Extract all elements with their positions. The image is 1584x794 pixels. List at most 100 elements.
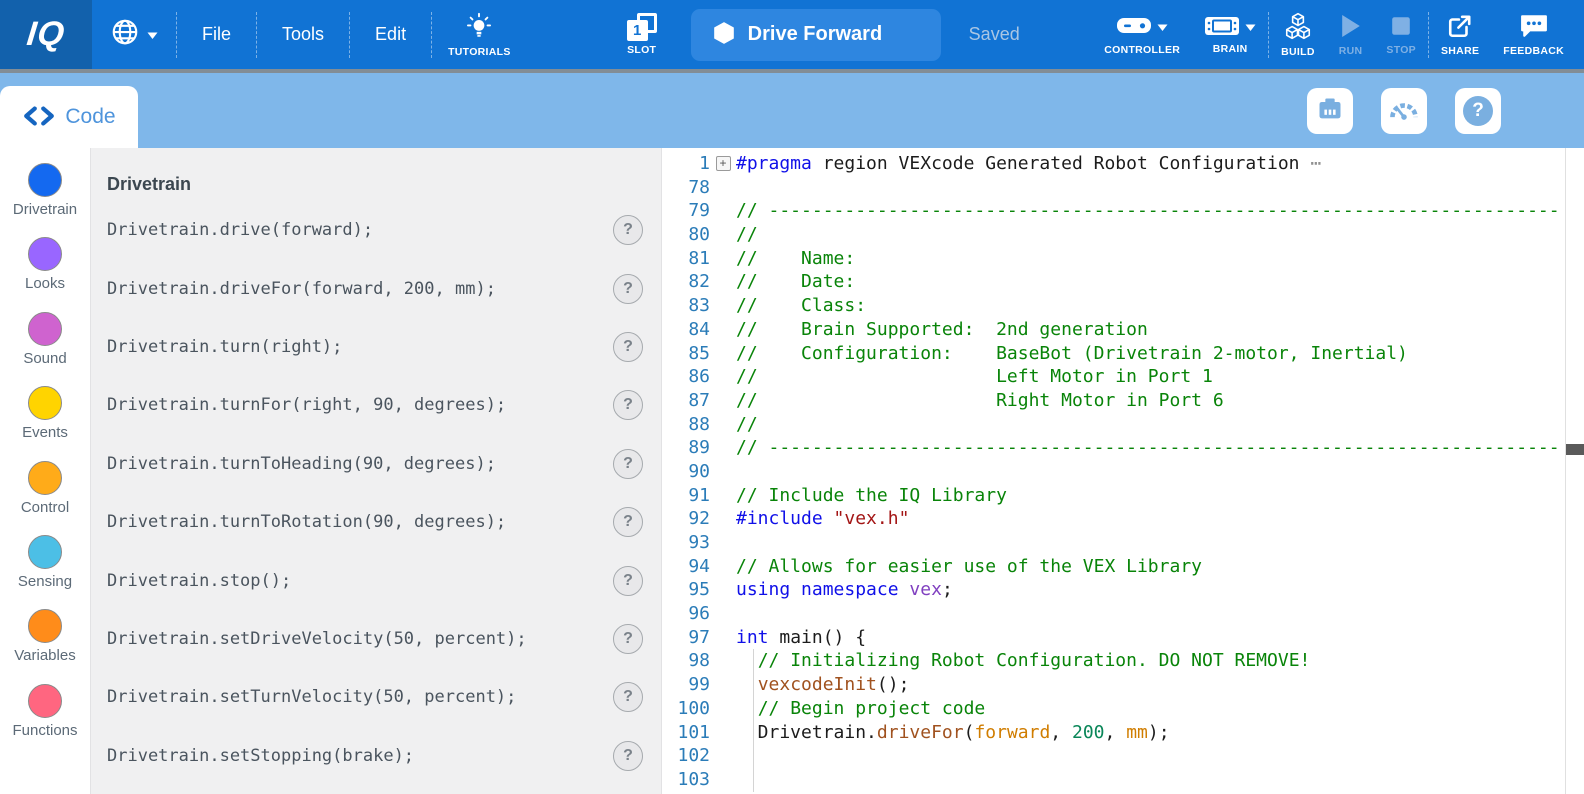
code-line[interactable]: 92#include "vex.h"	[662, 507, 1584, 531]
code-line[interactable]: 93	[662, 531, 1584, 555]
category-color-icon[interactable]	[28, 684, 62, 718]
command-help-button[interactable]: ?	[613, 332, 643, 362]
sidebar-category-variables[interactable]: Variables	[0, 606, 90, 680]
share-button[interactable]: SHARE	[1429, 0, 1491, 69]
command-help-button[interactable]: ?	[613, 682, 643, 712]
sidebar-category-control[interactable]: Control	[0, 458, 90, 532]
category-label: Looks	[25, 275, 65, 292]
category-color-icon[interactable]	[28, 237, 62, 271]
run-button[interactable]: RUN	[1327, 0, 1375, 69]
code-line[interactable]: 95using namespace vex;	[662, 578, 1584, 602]
run-label: RUN	[1339, 45, 1363, 57]
code-line[interactable]: 88//	[662, 413, 1584, 437]
command-help-button[interactable]: ?	[613, 449, 643, 479]
project-name-button[interactable]: Drive Forward	[691, 9, 941, 61]
line-number: 102	[662, 744, 710, 768]
category-color-icon[interactable]	[28, 163, 62, 197]
command-help-button[interactable]: ?	[613, 274, 643, 304]
category-color-icon[interactable]	[28, 535, 62, 569]
code-editor[interactable]: 1+#pragma region VEXcode Generated Robot…	[661, 148, 1584, 794]
command-code[interactable]: Drivetrain.setTurnVelocity(50, percent);	[107, 687, 613, 707]
code-line[interactable]: 101 Drivetrain.driveFor(forward, 200, mm…	[662, 721, 1584, 745]
help-button[interactable]: ?	[1455, 88, 1501, 134]
brain-button[interactable]: BRAIN	[1192, 0, 1268, 69]
slot-button[interactable]: 1 SLOT	[615, 0, 669, 69]
command-code[interactable]: Drivetrain.drive(forward);	[107, 220, 613, 240]
code-line[interactable]: 79// -----------------------------------…	[662, 199, 1584, 223]
code-line[interactable]: 102	[662, 744, 1584, 768]
controller-button[interactable]: CONTROLLER	[1092, 0, 1192, 69]
code-line[interactable]: 82// Date:	[662, 270, 1584, 294]
category-color-icon[interactable]	[28, 609, 62, 643]
code-line[interactable]: 84// Brain Supported: 2nd generation	[662, 318, 1584, 342]
code-line[interactable]: 81// Name:	[662, 247, 1584, 271]
command-help-button[interactable]: ?	[613, 624, 643, 654]
sidebar-category-drivetrain[interactable]: Drivetrain	[0, 160, 90, 234]
command-help-button[interactable]: ?	[613, 566, 643, 596]
command-code[interactable]: Drivetrain.stop();	[107, 571, 613, 591]
fold-gutter	[710, 318, 736, 342]
menu-edit[interactable]: Edit	[350, 0, 431, 69]
code-line[interactable]: 1+#pragma region VEXcode Generated Robot…	[662, 152, 1584, 176]
scrollbar-track[interactable]	[1565, 148, 1566, 794]
code-line[interactable]: 86// Left Motor in Port 1	[662, 365, 1584, 389]
command-code[interactable]: Drivetrain.turn(right);	[107, 337, 613, 357]
command-code[interactable]: Drivetrain.turnToHeading(90, degrees);	[107, 454, 613, 474]
tab-code[interactable]: Code	[0, 86, 138, 148]
code-line[interactable]: 94// Allows for easier use of the VEX Li…	[662, 555, 1584, 579]
line-number: 79	[662, 199, 710, 223]
command-help-button[interactable]: ?	[613, 390, 643, 420]
command-code[interactable]: Drivetrain.setStopping(brake);	[107, 746, 613, 766]
sidebar-category-sound[interactable]: Sound	[0, 309, 90, 383]
command-code[interactable]: Drivetrain.setDriveVelocity(50, percent)…	[107, 629, 613, 649]
dashboard-button[interactable]	[1381, 88, 1427, 134]
tab-bar: Code ?	[0, 73, 1584, 148]
line-number: 100	[662, 697, 710, 721]
code-text	[736, 744, 1584, 768]
code-text: #pragma region VEXcode Generated Robot C…	[736, 152, 1584, 176]
fold-gutter	[710, 342, 736, 366]
category-color-icon[interactable]	[28, 461, 62, 495]
category-color-icon[interactable]	[28, 312, 62, 346]
command-code[interactable]: Drivetrain.driveFor(forward, 200, mm);	[107, 279, 613, 299]
code-line[interactable]: 97int main() {	[662, 626, 1584, 650]
code-line[interactable]: 87// Right Motor in Port 6	[662, 389, 1584, 413]
command-code[interactable]: Drivetrain.turnFor(right, 90, degrees);	[107, 395, 613, 415]
feedback-button[interactable]: FEEDBACK	[1491, 0, 1576, 69]
code-line[interactable]: 90	[662, 460, 1584, 484]
stop-button[interactable]: STOP	[1374, 0, 1428, 69]
command-help-button[interactable]: ?	[613, 741, 643, 771]
fold-expand-icon[interactable]: +	[716, 156, 731, 171]
command-help-button[interactable]: ?	[613, 507, 643, 537]
command-help-button[interactable]: ?	[613, 215, 643, 245]
code-line[interactable]: 89// -----------------------------------…	[662, 436, 1584, 460]
code-line[interactable]: 91// Include the IQ Library	[662, 484, 1584, 508]
command-code[interactable]: Drivetrain.turnToRotation(90, degrees);	[107, 512, 613, 532]
tutorials-button[interactable]: TUTORIALS	[432, 0, 527, 69]
sidebar-category-events[interactable]: Events	[0, 383, 90, 457]
sidebar-category-functions[interactable]: Functions	[0, 681, 90, 755]
feedback-label: FEEDBACK	[1503, 45, 1564, 57]
line-number: 99	[662, 673, 710, 697]
code-line[interactable]: 80//	[662, 223, 1584, 247]
code-line[interactable]: 83// Class:	[662, 294, 1584, 318]
fold-gutter	[710, 247, 736, 271]
build-button[interactable]: BUILD	[1269, 0, 1327, 69]
menu-tools[interactable]: Tools	[257, 0, 349, 69]
menu-file[interactable]: File	[177, 0, 256, 69]
sidebar-category-looks[interactable]: Looks	[0, 234, 90, 308]
language-menu-button[interactable]	[92, 0, 176, 69]
devices-button[interactable]	[1307, 88, 1353, 134]
code-line[interactable]: 99 vexcodeInit();	[662, 673, 1584, 697]
sidebar-category-sensing[interactable]: Sensing	[0, 532, 90, 606]
code-line[interactable]: 103	[662, 768, 1584, 792]
line-number: 78	[662, 176, 710, 200]
code-line[interactable]: 100 // Begin project code	[662, 697, 1584, 721]
code-line[interactable]: 85// Configuration: BaseBot (Drivetrain …	[662, 342, 1584, 366]
code-line[interactable]: 98 // Initializing Robot Configuration. …	[662, 649, 1584, 673]
scrollbar-thumb[interactable]	[1566, 444, 1584, 455]
category-color-icon[interactable]	[28, 386, 62, 420]
code-line[interactable]: 96	[662, 602, 1584, 626]
code-line[interactable]: 78	[662, 176, 1584, 200]
fold-gutter	[710, 460, 736, 484]
